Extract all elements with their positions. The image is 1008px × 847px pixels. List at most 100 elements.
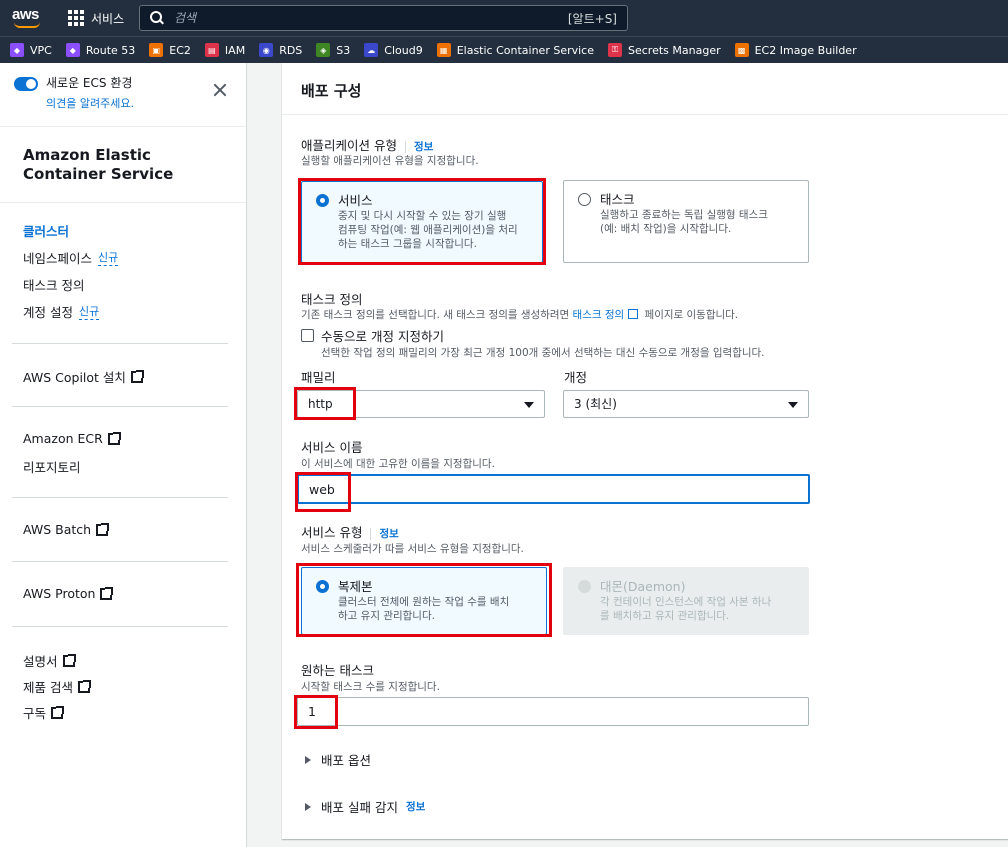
info-link[interactable]: 정보: [404, 141, 434, 153]
task-def-desc-suffix: 페이지로 이동합니다.: [644, 309, 739, 321]
favorite-iam[interactable]: ▤ IAM: [204, 43, 245, 57]
service-type-label-row: 서비스 유형 정보: [301, 522, 399, 541]
sidebar-item-product-search[interactable]: 제품 검색: [23, 677, 91, 696]
sidebar-item-clusters[interactable]: 클러스터: [23, 221, 69, 240]
service-type-label: 서비스 유형: [301, 525, 363, 540]
task-definition-description: 기존 태스크 정의를 선택합니다. 새 태스크 정의를 생성하려면 태스크 정의…: [301, 307, 738, 322]
favorite-label: Secrets Manager: [628, 43, 721, 57]
service-name-description: 이 서비스에 대한 고유한 이름을 지정합니다.: [301, 458, 495, 470]
cloud9-icon: ☁: [364, 43, 379, 57]
feedback-link[interactable]: 의견을 알려주세요.: [46, 95, 134, 111]
services-label: 서비스: [91, 11, 125, 26]
search-icon: [150, 11, 164, 25]
favorite-vpc[interactable]: ◆ VPC: [10, 43, 52, 57]
caret-right-icon: [305, 802, 311, 811]
sidebar-item-label: AWS Proton: [23, 586, 96, 601]
sidebar-item-task-definitions[interactable]: 태스크 정의: [23, 275, 84, 294]
highlight-box: [294, 695, 338, 729]
favorite-label: S3: [336, 43, 351, 57]
revision-value: 3 (최신): [574, 397, 617, 411]
favorite-ecs[interactable]: ▦ Elastic Container Service: [436, 43, 594, 57]
revision-select[interactable]: 3 (최신): [563, 390, 809, 418]
sidebar-item-proton[interactable]: AWS Proton: [23, 586, 114, 601]
highlight-box: [295, 472, 351, 512]
app-type-description: 실행할 애플리케이션 유형을 지정합니다.: [301, 155, 479, 167]
favorite-ec2[interactable]: ▣ EC2: [149, 43, 191, 57]
divider: [12, 561, 228, 562]
revision-label: 개정: [564, 370, 588, 385]
daemon-desc-line: 를 배치하고 유지 관리합니다.: [600, 610, 730, 622]
sidebar-item-label: 설명서: [23, 654, 58, 669]
sidebar-item-namespaces[interactable]: 네임스페이스 신규: [23, 248, 119, 267]
external-link-icon: [62, 653, 76, 667]
caret-down-icon: [524, 402, 534, 408]
services-menu-button[interactable]: 서비스: [68, 0, 124, 36]
favorite-cloud9[interactable]: ☁ Cloud9: [364, 43, 423, 57]
external-link-icon: [96, 522, 110, 536]
deployment-failure-detection-expander[interactable]: 배포 실패 감지 정보: [305, 797, 425, 816]
sidebar-item-label: AWS Batch: [23, 522, 92, 537]
sidebar-item-label: 태스크 정의: [23, 278, 85, 293]
service-name-input[interactable]: web: [297, 474, 810, 504]
caret-down-icon: [788, 402, 798, 408]
task-definition-link[interactable]: 태스크 정의: [573, 309, 625, 321]
deployment-options-expander[interactable]: 배포 옵션: [305, 750, 371, 769]
new-experience-toggle[interactable]: [14, 77, 38, 91]
external-link-icon: [77, 679, 91, 693]
caret-right-icon: [305, 755, 311, 764]
iam-icon: ▤: [204, 43, 219, 57]
highlight-box: [298, 178, 546, 265]
favorite-label: EC2 Image Builder: [754, 43, 857, 57]
aws-logo[interactable]: aws: [8, 0, 58, 36]
manual-revision-checkbox[interactable]: [301, 329, 314, 342]
secrets-manager-icon: ⚿: [608, 43, 622, 57]
daemon-desc-line: 각 컨테이너 인스턴스에 작업 사본 하나: [600, 596, 772, 608]
sidebar-item-label: 구독: [23, 706, 47, 721]
favorite-label: VPC: [30, 43, 52, 57]
sidebar-item-label: 네임스페이스: [23, 251, 93, 266]
app-type-task-tile[interactable]: 태스크 실행하고 종료하는 독립 실행형 태스크 (예: 배치 작업)을 시작합…: [563, 180, 809, 263]
sidebar-item-batch[interactable]: AWS Batch: [23, 522, 110, 537]
sidebar-item-account-settings[interactable]: 계정 설정 신규: [23, 302, 100, 321]
favorite-secrets-manager[interactable]: ⚿ Secrets Manager: [608, 43, 721, 57]
info-link[interactable]: 정보: [370, 528, 399, 540]
favorite-label: RDS: [279, 43, 303, 57]
highlight-box: [294, 387, 356, 420]
task-title: 태스크: [600, 192, 635, 207]
task-definition-label: 태스크 정의: [301, 292, 363, 307]
favorite-label: Elastic Container Service: [456, 43, 594, 57]
sidebar-item-label: 리포지토리: [23, 460, 81, 475]
desired-tasks-input[interactable]: 1: [297, 697, 809, 726]
new-badge: 신규: [98, 251, 119, 266]
rds-icon: ◉: [259, 43, 274, 57]
favorite-ec2-image-builder[interactable]: ▩ EC2 Image Builder: [734, 43, 857, 57]
task-radio[interactable]: [578, 193, 591, 206]
task-description: 실행하고 종료하는 독립 실행형 태스크 (예: 배치 작업)을 시작합니다.: [600, 208, 768, 236]
sidebar-item-copilot[interactable]: AWS Copilot 설치: [23, 367, 144, 386]
sidebar-item-subscribe[interactable]: 구독: [23, 703, 65, 722]
sidebar-item-docs[interactable]: 설명서: [23, 651, 76, 670]
close-icon[interactable]: [212, 82, 228, 98]
sidebar-item-repositories[interactable]: 리포지토리: [23, 457, 81, 476]
ec2-icon: ▣: [149, 43, 164, 57]
favorite-rds[interactable]: ◉ RDS: [259, 43, 302, 57]
favorite-s3[interactable]: ◈ S3: [316, 43, 350, 57]
search-box[interactable]: [알트+S]: [139, 5, 628, 31]
image-builder-icon: ▩: [734, 43, 749, 57]
daemon-title: 대몬(Daemon): [600, 579, 686, 594]
external-link-icon: [107, 431, 121, 445]
info-link[interactable]: 정보: [406, 799, 425, 814]
route53-icon: ◆: [65, 43, 80, 57]
aws-smile-icon: [14, 22, 40, 28]
search-input[interactable]: [174, 11, 568, 25]
service-name-label: 서비스 이름: [301, 440, 363, 455]
new-experience-toggle-row: 새로운 ECS 환경 의견을 알려주세요.: [14, 74, 134, 111]
divider: [12, 343, 228, 344]
manual-revision-label[interactable]: 수동으로 개정 지정하기: [321, 326, 444, 345]
favorite-route53[interactable]: ◆ Route 53: [65, 43, 136, 57]
favorite-label: Route 53: [85, 43, 136, 57]
sidebar-item-label: 클러스터: [23, 224, 70, 239]
sidebar-item-ecr[interactable]: Amazon ECR: [23, 431, 121, 446]
manual-revision-description: 선택한 작업 정의 패밀리의 가장 최근 개정 100개 중에서 선택하는 대신…: [321, 347, 765, 359]
task-def-desc-prefix: 기존 태스크 정의를 선택합니다. 새 태스크 정의를 생성하려면: [301, 309, 570, 321]
